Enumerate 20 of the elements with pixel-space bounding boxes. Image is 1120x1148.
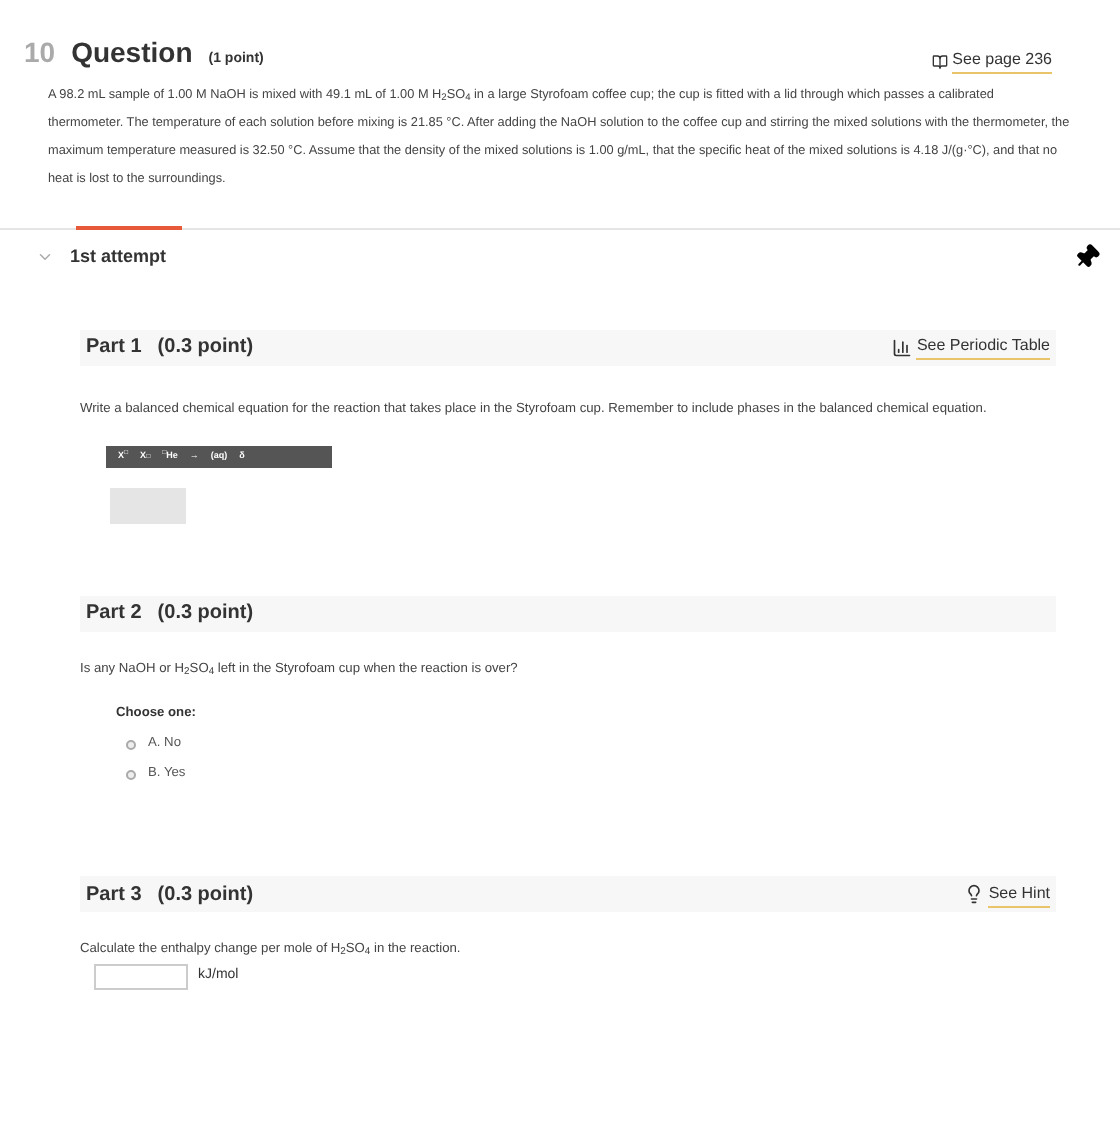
radio-button[interactable] [126, 769, 136, 780]
lightbulb-icon [964, 884, 985, 905]
part-points: (0.3 point) [157, 881, 254, 910]
part-title: Part 1 [86, 334, 142, 362]
part-link[interactable]: See Periodic Table [916, 334, 1050, 360]
part-title: Part 2 [86, 600, 142, 628]
question-title: Question [71, 34, 193, 72]
part-points: (0.3 point) [157, 334, 254, 362]
book-icon [932, 53, 949, 69]
question-number: 10 [24, 34, 56, 72]
radio-button[interactable] [126, 739, 136, 750]
part-link[interactable]: See Hint [988, 881, 1050, 908]
answer-field[interactable] [110, 487, 186, 523]
bar-chart-icon [892, 337, 913, 357]
part-title: Part 3 [86, 881, 142, 910]
answer-field[interactable] [94, 963, 188, 990]
attempt-label: 1st attempt [70, 244, 167, 270]
part-points: (0.3 point) [157, 600, 254, 628]
attempt-header[interactable]: 1st attempt [0, 230, 1120, 271]
page-link[interactable]: See page 236 [952, 48, 1052, 74]
